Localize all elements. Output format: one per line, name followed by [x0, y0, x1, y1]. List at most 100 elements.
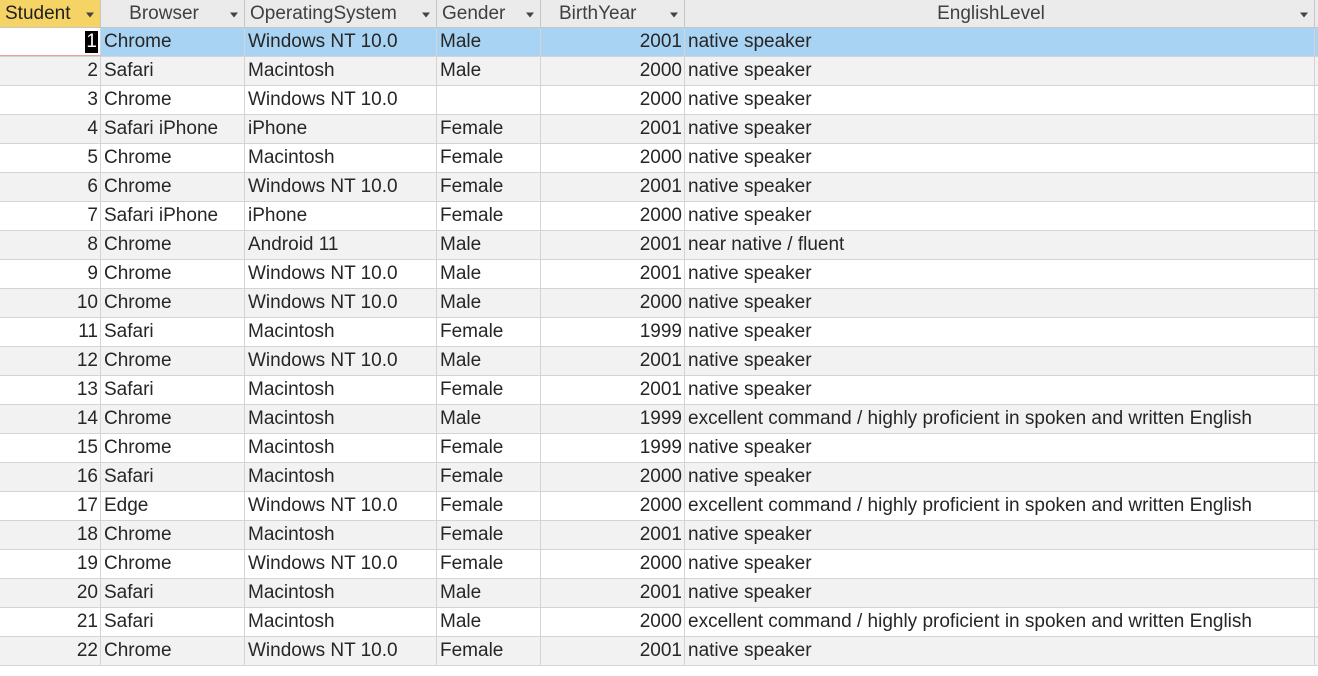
browser-cell[interactable]: Chrome [101, 550, 245, 578]
chevron-down-icon[interactable] [1300, 12, 1308, 17]
browser-cell[interactable]: Safari iPhone [101, 202, 245, 230]
table-row[interactable]: 19 Chrome Windows NT 10.0 Female 2000 native … [0, 550, 1318, 579]
student-cell[interactable]: 22 [0, 637, 101, 665]
table-row[interactable]: 7 Safari iPhone iPhone Female 2000 native spe… [0, 202, 1318, 231]
birthyear-cell[interactable]: 2001 [541, 231, 685, 259]
browser-cell[interactable]: Chrome [101, 521, 245, 549]
birthyear-cell[interactable]: 2001 [541, 579, 685, 607]
os-cell[interactable]: Macintosh [245, 521, 437, 549]
gender-cell[interactable]: Male [437, 405, 541, 433]
os-cell[interactable]: Windows NT 10.0 [245, 289, 437, 317]
englishlevel-cell[interactable]: excellent command / highly proficient in… [685, 608, 1315, 636]
chevron-down-icon[interactable] [230, 12, 238, 17]
student-cell[interactable]: 6 [0, 173, 101, 201]
birthyear-cell[interactable]: 2000 [541, 57, 685, 85]
birthyear-cell[interactable]: 2000 [541, 608, 685, 636]
birthyear-cell[interactable]: 2001 [541, 115, 685, 143]
birthyear-cell[interactable]: 2001 [541, 173, 685, 201]
englishlevel-cell[interactable]: native speaker [685, 86, 1315, 114]
gender-cell[interactable]: Female [437, 115, 541, 143]
englishlevel-cell[interactable]: excellent command / highly proficient in… [685, 405, 1315, 433]
englishlevel-cell[interactable]: native speaker [685, 376, 1315, 404]
gender-cell[interactable]: Female [437, 202, 541, 230]
table-row[interactable]: 8 Chrome Android 11 Male 2001 near native / f… [0, 231, 1318, 260]
englishlevel-cell[interactable]: native speaker [685, 289, 1315, 317]
browser-cell[interactable]: Chrome [101, 260, 245, 288]
table-row[interactable]: 3 Chrome Windows NT 10.0 2000 native speaker [0, 86, 1318, 115]
student-cell[interactable]: 10 [0, 289, 101, 317]
student-cell[interactable]: 12 [0, 347, 101, 375]
os-cell[interactable]: Macintosh [245, 405, 437, 433]
browser-cell[interactable]: Chrome [101, 637, 245, 665]
table-row[interactable]: 13 Safari Macintosh Female 2001 native speake… [0, 376, 1318, 405]
browser-cell[interactable]: Safari [101, 463, 245, 491]
gender-cell[interactable]: Female [437, 637, 541, 665]
student-cell[interactable]: 14 [0, 405, 101, 433]
browser-cell[interactable]: Safari iPhone [101, 115, 245, 143]
student-cell[interactable]: 8 [0, 231, 101, 259]
student-cell[interactable]: 2 [0, 57, 101, 85]
gender-cell[interactable]: Male [437, 28, 541, 56]
os-cell[interactable]: Windows NT 10.0 [245, 173, 437, 201]
englishlevel-cell[interactable]: native speaker [685, 173, 1315, 201]
os-cell[interactable]: Windows NT 10.0 [245, 260, 437, 288]
browser-cell[interactable]: Chrome [101, 434, 245, 462]
table-row[interactable]: 14 Chrome Macintosh Male 1999 excellent comma… [0, 405, 1318, 434]
browser-cell[interactable]: Chrome [101, 405, 245, 433]
gender-cell[interactable]: Female [437, 550, 541, 578]
table-row[interactable]: 17 Edge Windows NT 10.0 Female 2000 excellent… [0, 492, 1318, 521]
browser-cell[interactable]: Safari [101, 318, 245, 346]
englishlevel-cell[interactable]: native speaker [685, 521, 1315, 549]
column-header-gender[interactable]: Gender [437, 0, 541, 27]
table-row[interactable]: 15 Chrome Macintosh Female 1999 native speake… [0, 434, 1318, 463]
column-header-student[interactable]: Student [0, 0, 101, 27]
table-row[interactable]: 16 Safari Macintosh Female 2000 native speake… [0, 463, 1318, 492]
englishlevel-cell[interactable]: native speaker [685, 202, 1315, 230]
birthyear-cell[interactable]: 2000 [541, 463, 685, 491]
os-cell[interactable]: Windows NT 10.0 [245, 550, 437, 578]
gender-cell[interactable]: Male [437, 608, 541, 636]
os-cell[interactable]: iPhone [245, 115, 437, 143]
gender-cell[interactable]: Female [437, 463, 541, 491]
birthyear-cell[interactable]: 2001 [541, 260, 685, 288]
os-cell[interactable]: Windows NT 10.0 [245, 492, 437, 520]
gender-cell[interactable]: Female [437, 144, 541, 172]
browser-cell[interactable]: Chrome [101, 347, 245, 375]
chevron-down-icon[interactable] [526, 12, 534, 17]
birthyear-cell[interactable]: 2000 [541, 550, 685, 578]
student-cell[interactable]: 17 [0, 492, 101, 520]
gender-cell[interactable]: Male [437, 347, 541, 375]
student-cell[interactable]: 9 [0, 260, 101, 288]
student-cell[interactable]: 11 [0, 318, 101, 346]
student-cell[interactable]: 4 [0, 115, 101, 143]
os-cell[interactable]: Android 11 [245, 231, 437, 259]
birthyear-cell[interactable]: 2000 [541, 86, 685, 114]
chevron-down-icon[interactable] [422, 12, 430, 17]
browser-cell[interactable]: Chrome [101, 289, 245, 317]
birthyear-cell[interactable]: 2001 [541, 637, 685, 665]
table-row[interactable]: 22 Chrome Windows NT 10.0 Female 2001 native … [0, 637, 1318, 666]
englishlevel-cell[interactable]: native speaker [685, 260, 1315, 288]
table-row[interactable]: 1 Chrome Windows NT 10.0 Male 2001 native spe… [0, 28, 1318, 57]
birthyear-cell[interactable]: 2001 [541, 376, 685, 404]
browser-cell[interactable]: Chrome [101, 144, 245, 172]
browser-cell[interactable]: Chrome [101, 86, 245, 114]
gender-cell[interactable]: Male [437, 289, 541, 317]
student-cell[interactable]: 7 [0, 202, 101, 230]
student-cell[interactable]: 5 [0, 144, 101, 172]
englishlevel-cell[interactable]: native speaker [685, 318, 1315, 346]
birthyear-cell[interactable]: 2001 [541, 521, 685, 549]
browser-cell[interactable]: Chrome [101, 28, 245, 56]
os-cell[interactable]: Macintosh [245, 376, 437, 404]
os-cell[interactable]: Windows NT 10.0 [245, 347, 437, 375]
os-cell[interactable]: Macintosh [245, 318, 437, 346]
table-row[interactable]: 4 Safari iPhone iPhone Female 2001 native spe… [0, 115, 1318, 144]
birthyear-cell[interactable]: 2001 [541, 347, 685, 375]
englishlevel-cell[interactable]: native speaker [685, 550, 1315, 578]
os-cell[interactable]: iPhone [245, 202, 437, 230]
os-cell[interactable]: Macintosh [245, 463, 437, 491]
os-cell[interactable]: Macintosh [245, 144, 437, 172]
student-cell[interactable]: 3 [0, 86, 101, 114]
os-cell[interactable]: Macintosh [245, 57, 437, 85]
student-cell[interactable]: 15 [0, 434, 101, 462]
